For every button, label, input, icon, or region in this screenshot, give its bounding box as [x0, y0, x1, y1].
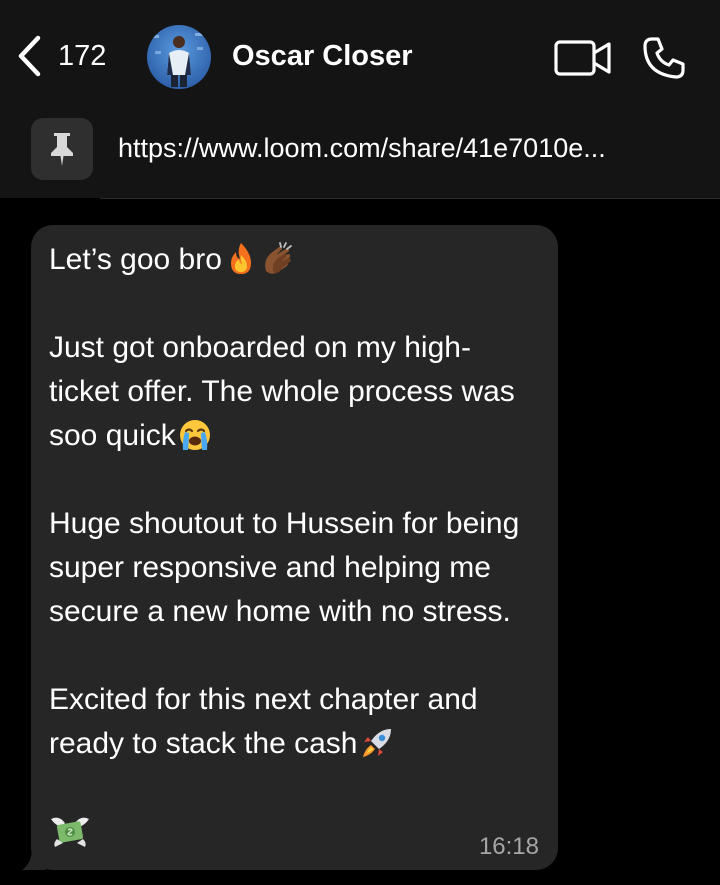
contact-name[interactable]: Oscar Closer: [232, 40, 413, 73]
clapping-hands-emoji-icon: [260, 241, 296, 277]
chat-header: 172 Oscar Closer https://www.loom.com/sh…: [0, 0, 720, 198]
fire-emoji-icon: [223, 241, 259, 277]
message-timestamp: 16:18: [478, 833, 539, 860]
loudly-crying-face-emoji-icon: [177, 417, 213, 453]
message-text: Excited for this next chapter and ready …: [49, 683, 478, 760]
video-call-button[interactable]: [553, 36, 613, 80]
message-text: Just got onboarded on my high-ticket off…: [49, 331, 515, 452]
pinned-message-button[interactable]: [31, 118, 93, 180]
pinned-message-text[interactable]: https://www.loom.com/share/41e7010e...: [118, 133, 606, 164]
header-divider: [100, 198, 720, 199]
video-camera-icon: [554, 40, 611, 76]
contact-photo: [147, 25, 211, 89]
phone-icon: [643, 37, 685, 79]
avatar[interactable]: [147, 25, 211, 89]
message-text: Huge shoutout to Hussein for being super…: [49, 507, 520, 628]
message-paragraph: Huge shoutout to Hussein for being super…: [49, 502, 540, 634]
unread-count: 172: [58, 39, 107, 72]
chat-screen: 172 Oscar Closer https://www.loom.com/sh…: [0, 0, 720, 885]
message-line: Let’s goo bro: [49, 238, 540, 282]
pin-icon: [51, 133, 73, 166]
message-bubble[interactable]: Let’s goo bro Just got onboarded on my h…: [31, 225, 558, 870]
voice-call-button[interactable]: [640, 34, 688, 82]
money-with-wings-emoji-icon: [49, 813, 91, 849]
message-paragraph: Excited for this next chapter and ready …: [49, 678, 540, 766]
message-text: Let’s goo bro: [49, 243, 222, 276]
back-button[interactable]: 172: [14, 30, 106, 82]
chevron-left-icon: [18, 35, 41, 77]
message-paragraph: Just got onboarded on my high-ticket off…: [49, 326, 540, 458]
rocket-emoji-icon: [359, 725, 395, 761]
